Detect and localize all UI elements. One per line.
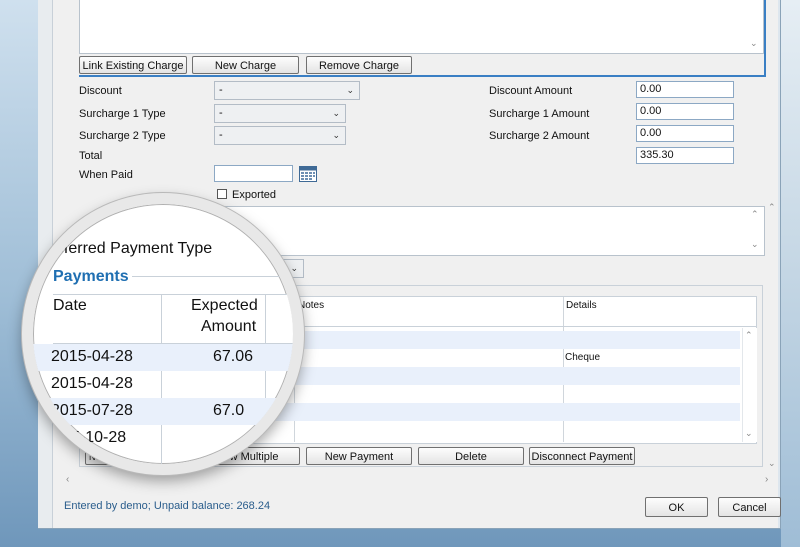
cell-date: 2015-04-28	[51, 348, 133, 365]
remove-charge-button[interactable]: Remove Charge	[306, 56, 412, 74]
table-row[interactable]: 2015-04-28	[33, 371, 293, 398]
chevron-down-icon: ⌄	[332, 108, 340, 118]
chevron-up-icon[interactable]: ⌃	[768, 202, 776, 213]
chevron-up-icon[interactable]: ⌃	[751, 209, 759, 220]
chevron-down-icon[interactable]: ⌄	[750, 38, 758, 49]
chevron-right-icon[interactable]: ›	[765, 474, 768, 485]
exported-label: Exported	[232, 189, 277, 201]
discount-amount-label: Discount Amount	[489, 85, 573, 97]
table-row[interactable]: 5-10-28	[33, 425, 293, 452]
discount-select-value: -	[219, 84, 223, 96]
table-row[interactable]: 2015-04-28 67.06	[33, 344, 293, 371]
surcharge1-type-value: -	[219, 107, 223, 119]
new-payment-button[interactable]: New Payment	[306, 447, 412, 465]
cell-date: 2015-04-28	[51, 375, 133, 392]
cell-date: 2015-07-28	[51, 402, 133, 419]
total-value-field: 335.30	[636, 147, 734, 164]
chevron-up-icon[interactable]: ⌃	[745, 330, 753, 341]
table-row[interactable]: 2015-07-28 67.0	[33, 398, 293, 425]
discount-label: Discount	[79, 85, 122, 97]
surcharge2-type-value: -	[219, 129, 223, 141]
payments-scrollbar[interactable]: ⌃ ⌄	[742, 328, 757, 442]
charges-list[interactable]: ⌄	[79, 0, 764, 54]
focus-border	[764, 0, 766, 76]
horizontal-scrollbar[interactable]: ‹ ›	[62, 474, 782, 488]
charges-scrollbar[interactable]: ⌄	[748, 0, 762, 52]
exported-checkbox[interactable]	[217, 189, 227, 199]
cancel-button[interactable]: Cancel	[718, 497, 781, 517]
chevron-down-icon[interactable]: ⌄	[768, 458, 776, 469]
new-charge-button[interactable]: New Charge	[192, 56, 299, 74]
surcharge2-type-select[interactable]: - ⌄	[214, 126, 346, 145]
magnifier-lens: eferred Payment Type Payments Date Expec…	[22, 193, 304, 475]
preferred-payment-type-label: eferred Payment Type	[55, 240, 213, 257]
surcharge1-amount-label: Surcharge 1 Amount	[489, 108, 590, 120]
discount-amount-input[interactable]: 0.00	[636, 81, 734, 98]
chevron-left-icon[interactable]: ‹	[66, 474, 69, 485]
when-paid-input[interactable]	[214, 165, 293, 182]
cell-date: 5-10-28	[71, 429, 127, 446]
calendar-icon[interactable]	[299, 166, 317, 182]
form-scrollbar[interactable]: ⌃ ⌄	[766, 200, 780, 470]
cell-expected: 67.0	[213, 402, 245, 419]
column-header-date[interactable]: Date	[53, 297, 87, 315]
cell-details: Cheque	[565, 352, 601, 363]
chevron-down-icon: ⌄	[346, 85, 354, 95]
delete-button[interactable]: Delete	[418, 447, 524, 465]
magnified-payments-view: eferred Payment Type Payments Date Expec…	[33, 204, 293, 464]
ok-button[interactable]: OK	[645, 497, 708, 517]
status-text: Entered by demo; Unpaid balance: 268.24	[64, 500, 271, 512]
column-header-expected[interactable]: Expected	[191, 297, 258, 315]
surcharge1-amount-input[interactable]: 0.00	[636, 103, 734, 120]
column-header-expected-line2: Amount	[201, 318, 257, 335]
focus-border-bottom	[79, 75, 766, 77]
desktop-background	[781, 0, 800, 547]
discount-select[interactable]: - ⌄	[214, 81, 360, 100]
disconnect-payment-button[interactable]: Disconnect Payment	[529, 447, 635, 465]
link-existing-charge-button[interactable]: Link Existing Charge	[79, 56, 187, 74]
surcharge2-amount-input[interactable]: 0.00	[636, 125, 734, 142]
cell-expected: 67.06	[213, 348, 254, 365]
notes-scrollbar[interactable]: ⌃ ⌄	[749, 207, 763, 255]
chevron-down-icon: ⌄	[332, 130, 340, 140]
total-label: Total	[79, 150, 103, 162]
chevron-down-icon[interactable]: ⌄	[751, 239, 759, 250]
notes-textarea[interactable]: ⌃ ⌄	[222, 206, 765, 256]
surcharge1-type-label: Surcharge 1 Type	[79, 108, 166, 120]
surcharge2-amount-label: Surcharge 2 Amount	[489, 130, 590, 142]
chevron-down-icon[interactable]: ⌄	[745, 428, 753, 439]
when-paid-label: When Paid	[79, 169, 133, 181]
surcharge1-type-select[interactable]: - ⌄	[214, 104, 346, 123]
surcharge2-type-label: Surcharge 2 Type	[79, 130, 166, 142]
column-header-details[interactable]: Details	[566, 300, 597, 311]
payments-heading: Payments	[53, 268, 132, 286]
